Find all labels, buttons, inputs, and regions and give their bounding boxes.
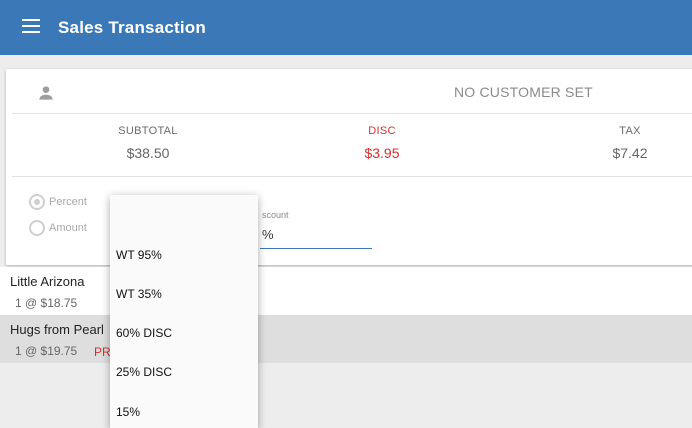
dropdown-option[interactable]: WT 35% (116, 287, 162, 301)
dropdown-option[interactable]: WT 95% (116, 248, 162, 262)
tax-label: TAX (619, 125, 641, 137)
disc-label: DISC (368, 125, 396, 137)
subtotal-value: $38.50 (126, 145, 170, 161)
disc-value: $3.95 (364, 145, 400, 161)
item-qty-price: 1 @ $18.75 (15, 296, 78, 310)
dropdown-option[interactable]: 15% (116, 405, 140, 419)
item-qty-price: 1 @ $19.75 (15, 344, 78, 358)
amount-radio[interactable] (29, 220, 45, 236)
hamburger-menu-icon[interactable] (22, 19, 40, 33)
divider (12, 176, 692, 177)
list-item[interactable]: Little Arizona 1 @ $18.75 (0, 267, 692, 315)
tax-value: $7.42 (612, 145, 648, 161)
dropdown-option[interactable]: 25% DISC (116, 365, 172, 379)
percent-radio-label: Percent (49, 196, 87, 208)
discount-input-underline (260, 248, 372, 249)
list-item[interactable]: Hugs from Pearl 1 @ $19.75 PR (0, 315, 692, 363)
item-list: Little Arizona 1 @ $18.75 Hugs from Pear… (0, 267, 692, 363)
main-content: NO CUSTOMER SET SUBTOTAL $38.50 DISC $3.… (0, 55, 692, 428)
person-icon[interactable] (36, 83, 56, 103)
app-bar: Sales Transaction (0, 0, 692, 55)
dropdown-option[interactable]: 60% DISC (116, 326, 172, 340)
discount-input[interactable]: % (262, 227, 274, 242)
item-name: Little Arizona (10, 274, 85, 289)
item-name: Hugs from Pearl (10, 322, 104, 337)
discount-field-caption: scount (262, 210, 289, 220)
amount-radio-label: Amount (49, 222, 87, 234)
divider (12, 113, 692, 114)
page-title: Sales Transaction (58, 18, 206, 37)
subtotal-label: SUBTOTAL (118, 125, 178, 137)
percent-radio[interactable] (29, 194, 45, 210)
item-tag: PR (94, 345, 111, 359)
transaction-summary-card: NO CUSTOMER SET SUBTOTAL $38.50 DISC $3.… (6, 69, 692, 265)
discount-dropdown-menu: WT 95% WT 35% 60% DISC 25% DISC 15% (110, 195, 258, 428)
customer-status[interactable]: NO CUSTOMER SET (454, 84, 593, 100)
